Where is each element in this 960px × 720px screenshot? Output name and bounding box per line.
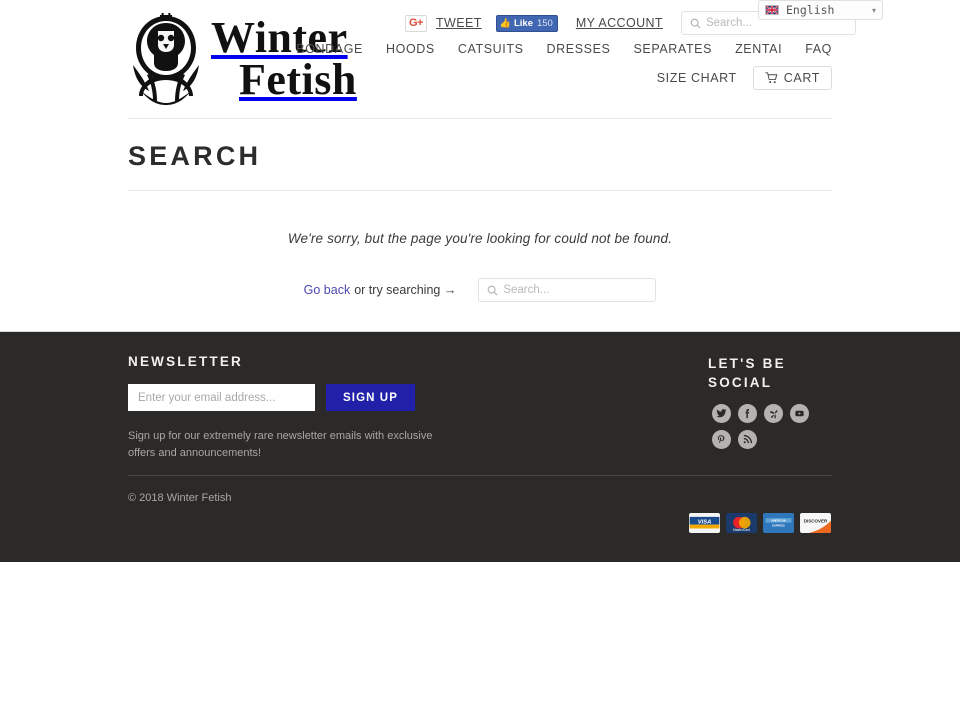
social-heading: LET'S BE SOCIAL: [708, 356, 786, 391]
social-link-facebook[interactable]: [738, 404, 757, 423]
social-link-rss[interactable]: [738, 430, 757, 449]
not-found-message: We're sorry, but the page you're looking…: [287, 230, 673, 246]
my-account-link[interactable]: MY ACCOUNT: [576, 16, 663, 30]
nav-item-zentai[interactable]: ZENTAI: [735, 42, 782, 56]
thumbs-up-icon: 👍: [499, 17, 511, 28]
pinterest-icon: [717, 435, 725, 444]
logo-line-2: Fetish: [239, 55, 357, 104]
payment-methods-list: VISA MasterCard AMERICAN EXPRESS DISCOVE…: [689, 513, 831, 533]
site-header: Winter Fetish G+ TWEET 👍 Like 150 MY ACC…: [0, 0, 960, 118]
nav-item-size-chart[interactable]: SIZE CHART: [657, 71, 737, 85]
copyright-text: © 2018 Winter Fetish: [128, 492, 232, 504]
secondary-navigation: SIZE CHART CART: [657, 66, 832, 90]
nav-item-hoods[interactable]: HOODS: [386, 42, 435, 56]
site-logo[interactable]: Winter Fetish: [127, 10, 357, 108]
language-selected-label: English: [786, 3, 835, 17]
tweet-button[interactable]: TWEET: [436, 16, 482, 30]
nav-item-faq[interactable]: FAQ: [805, 42, 832, 56]
newsletter-heading: NEWSLETTER: [128, 354, 243, 369]
crest-emblem-icon: [133, 13, 199, 105]
svg-text:EXPRESS: EXPRESS: [772, 524, 785, 528]
search-icon: [690, 18, 701, 28]
main-content: SEARCH We're sorry, but the page you're …: [0, 118, 960, 302]
nav-item-separates[interactable]: SEPARATES: [633, 42, 712, 56]
primary-navigation: BONDAGE HOODS CATSUITS DRESSES SEPARATES…: [296, 42, 832, 56]
footer-divider: [128, 475, 832, 476]
main-search-input[interactable]: [503, 284, 634, 296]
chevron-down-icon: ▾: [871, 5, 876, 15]
twitter-icon: [716, 409, 727, 418]
or-try-searching-label: or try searching →: [354, 283, 457, 297]
shopping-cart-icon: [764, 72, 778, 84]
uk-flag-icon: [765, 5, 779, 15]
rss-icon: [743, 434, 753, 444]
facebook-like-label: Like: [513, 17, 533, 29]
nav-item-bondage[interactable]: BONDAGE: [296, 42, 363, 56]
logo-wordmark: Winter Fetish: [211, 15, 357, 104]
social-link-twitter[interactable]: [712, 404, 731, 423]
go-back-link[interactable]: Go back: [304, 283, 351, 297]
cart-label: CART: [783, 71, 820, 85]
social-icon-list: [712, 404, 832, 449]
cart-button[interactable]: CART: [752, 66, 832, 90]
youtube-icon: [795, 410, 804, 417]
social-link-pinterest[interactable]: [712, 430, 731, 449]
newsletter-signup-button[interactable]: SIGN UP: [326, 384, 415, 411]
svg-text:DISCOVER: DISCOVER: [804, 519, 828, 524]
svg-text:VISA: VISA: [698, 519, 712, 525]
amex-card-icon: AMERICAN EXPRESS: [763, 513, 794, 533]
nav-item-catsuits[interactable]: CATSUITS: [458, 42, 524, 56]
yelp-icon: [769, 409, 777, 418]
facebook-like-count: 150: [536, 17, 553, 29]
mastercard-card-icon: MasterCard: [726, 513, 757, 533]
language-selector[interactable]: English ▾: [758, 0, 883, 20]
svg-text:AMERICAN: AMERICAN: [771, 519, 786, 523]
page-title: SEARCH: [128, 141, 262, 171]
visa-card-icon: VISA: [689, 513, 720, 533]
divider-under-title: [128, 190, 832, 191]
site-footer: NEWSLETTER SIGN UP Sign up for our extre…: [0, 331, 960, 562]
search-icon: [487, 285, 498, 295]
page-root: Winter Fetish G+ TWEET 👍 Like 150 MY ACC…: [0, 0, 960, 720]
main-search-box[interactable]: [478, 278, 657, 302]
newsletter-form: SIGN UP: [128, 384, 415, 411]
facebook-icon: [745, 409, 750, 419]
social-link-yelp[interactable]: [764, 404, 783, 423]
discover-card-icon: DISCOVER: [800, 513, 831, 533]
newsletter-email-input[interactable]: [128, 384, 315, 411]
google-plus-share-button[interactable]: G+: [405, 14, 427, 32]
nav-item-dresses[interactable]: DRESSES: [547, 42, 611, 56]
facebook-like-button[interactable]: 👍 Like 150: [495, 14, 558, 32]
search-again-row: Go back or try searching →: [0, 259, 960, 302]
social-link-youtube[interactable]: [790, 404, 809, 423]
svg-text:MasterCard: MasterCard: [733, 528, 750, 532]
newsletter-description: Sign up for our extremely rare newslette…: [128, 430, 433, 460]
